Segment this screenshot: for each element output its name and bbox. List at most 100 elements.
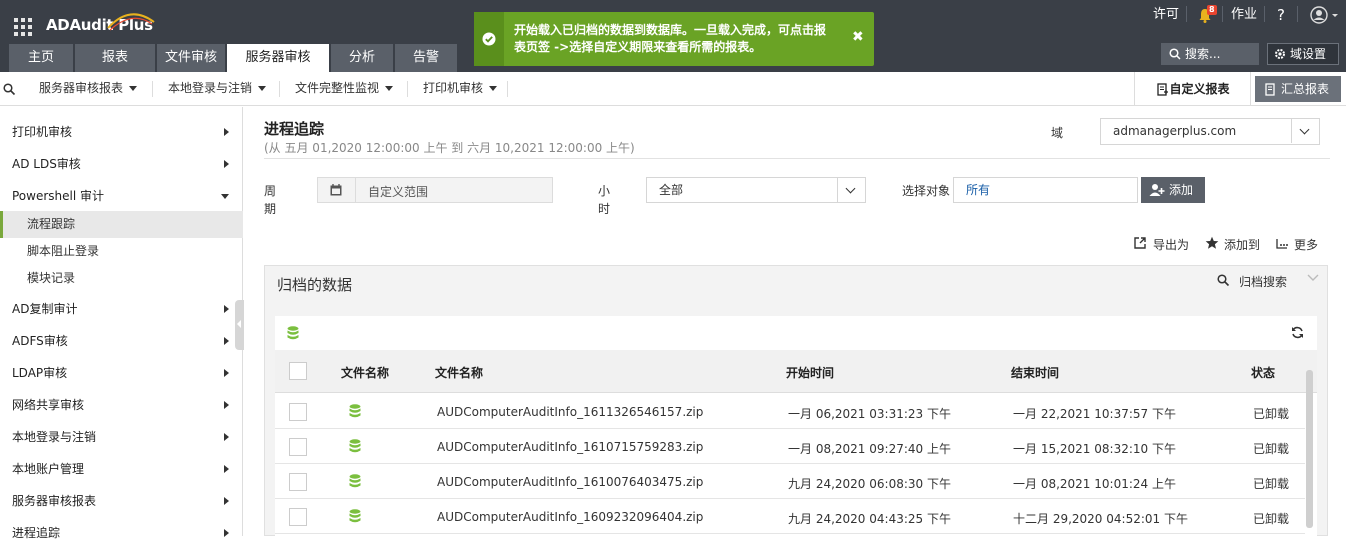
subnav-server-audit-reports[interactable]: 服务器审核报表 bbox=[39, 72, 138, 106]
period-picker[interactable]: 自定义范围 bbox=[317, 177, 553, 203]
sidebar-item-powershell[interactable]: Powershell 审计 bbox=[0, 180, 243, 212]
archived-data-panel: 归档的数据 归档搜索 文件名称 文件名称 开始时间 结束时间 状态 AUDCom… bbox=[264, 265, 1328, 537]
sidebar-item-local-logon[interactable]: 本地登录与注销 bbox=[0, 421, 243, 453]
user-avatar-icon[interactable] bbox=[1310, 6, 1340, 24]
app-grid-icon[interactable] bbox=[14, 18, 32, 36]
file-name-cell: AUDComputerAuditInfo_1610715759283.zip bbox=[437, 440, 704, 454]
star-icon bbox=[1205, 236, 1219, 249]
table-scrollbar[interactable] bbox=[1306, 370, 1313, 528]
add-user-icon bbox=[1149, 184, 1165, 196]
sidebar-item-ad-replication[interactable]: AD复制审计 bbox=[0, 293, 243, 325]
sidebar-sub-module-logging[interactable]: 模块记录 bbox=[0, 265, 243, 292]
domain-settings-label: 域设置 bbox=[1290, 47, 1327, 61]
column-start-time[interactable]: 开始时间 bbox=[786, 364, 834, 381]
add-target-button[interactable]: 添加 bbox=[1141, 177, 1205, 203]
hour-select[interactable]: 全部 bbox=[646, 177, 866, 203]
sidebar-sub-script-block[interactable]: 脚本阻止登录 bbox=[0, 238, 243, 265]
target-label: 选择对象 bbox=[902, 184, 951, 198]
summary-report-button[interactable]: 汇总报表 bbox=[1255, 76, 1341, 102]
archived-data-title: 归档的数据 bbox=[277, 276, 353, 294]
file-name-cell: AUDComputerAuditInfo_1609232096404.zip bbox=[437, 510, 704, 524]
sidebar-item-ldap[interactable]: LDAP审核 bbox=[0, 357, 243, 389]
sidebar-item-printer-audit[interactable]: 打印机审核 bbox=[0, 116, 243, 148]
search-reports-icon[interactable] bbox=[3, 83, 17, 96]
add-to-button[interactable]: 添加到 bbox=[1205, 236, 1260, 253]
custom-report-button[interactable]: 自定义报表 bbox=[1134, 72, 1251, 106]
chevron-down-icon bbox=[1291, 119, 1319, 143]
sidebar-item-local-account[interactable]: 本地账户管理 bbox=[0, 453, 243, 485]
check-circle-icon bbox=[482, 32, 496, 46]
start-time-cell: 九月 24,2020 04:43:25 下午 bbox=[788, 512, 951, 526]
row-checkbox[interactable] bbox=[289, 403, 307, 421]
start-time-cell: 一月 06,2021 03:31:23 下午 bbox=[788, 407, 951, 421]
search-icon bbox=[1217, 274, 1230, 287]
tab-file-audit[interactable]: 文件审核 bbox=[157, 44, 225, 72]
tab-analytics[interactable]: 分析 bbox=[331, 44, 393, 72]
sidebar-item-adfs[interactable]: ADFS审核 bbox=[0, 325, 243, 357]
search-button[interactable]: 搜索... bbox=[1161, 43, 1259, 65]
chevron-down-icon bbox=[221, 194, 229, 199]
more-button[interactable]: 更多 bbox=[1276, 236, 1318, 253]
file-name-cell: AUDComputerAuditInfo_1611326546157.zip bbox=[437, 405, 704, 419]
archive-loading-toast: 开始载入已归档的数据到数据库。一旦载入完成，可点击报表页签 ->选择自定义期限来… bbox=[474, 12, 874, 66]
sidebar-item-process-tracking[interactable]: 进程追踪 bbox=[0, 517, 243, 549]
export-icon bbox=[1134, 237, 1146, 249]
select-all-checkbox[interactable] bbox=[289, 362, 307, 380]
status-cell: 已卸载 bbox=[1253, 477, 1290, 491]
collapse-chevron-icon[interactable] bbox=[1307, 274, 1319, 282]
export-button[interactable]: 导出为 bbox=[1134, 236, 1189, 253]
column-file-name-icon[interactable]: 文件名称 bbox=[341, 364, 389, 381]
start-time-cell: 一月 08,2021 09:27:40 上午 bbox=[788, 442, 951, 456]
sidebar-item-network-share[interactable]: 网络共享审核 bbox=[0, 389, 243, 421]
table-row[interactable]: AUDComputerAuditInfo_1609232096404.zip 九… bbox=[275, 499, 1305, 534]
sidebar-sub-process-tracking[interactable]: 流程跟踪 bbox=[0, 211, 243, 238]
summary-report-icon bbox=[1265, 83, 1275, 96]
jobs-link[interactable]: 作业 bbox=[1231, 6, 1257, 26]
status-cell: 已卸载 bbox=[1253, 407, 1290, 421]
column-status[interactable]: 状态 bbox=[1251, 364, 1275, 381]
status-cell: 已卸载 bbox=[1253, 442, 1290, 456]
row-checkbox[interactable] bbox=[289, 508, 307, 526]
period-label: 周 bbox=[264, 184, 277, 198]
archive-search-button[interactable]: 归档搜索 bbox=[1217, 273, 1287, 290]
column-file-name[interactable]: 文件名称 bbox=[435, 364, 483, 381]
domain-settings-button[interactable]: 域设置 bbox=[1267, 43, 1339, 65]
table-header: 文件名称 文件名称 开始时间 结束时间 状态 bbox=[275, 350, 1317, 393]
domain-select[interactable]: admanagerplus.com bbox=[1100, 118, 1320, 145]
close-icon[interactable]: ✖ bbox=[852, 29, 864, 45]
sidebar-item-server-audit-reports[interactable]: 服务器审核报表 bbox=[0, 485, 243, 517]
help-icon[interactable]: ? bbox=[1277, 6, 1285, 26]
chevron-down-icon bbox=[385, 86, 394, 91]
more-icon bbox=[1276, 239, 1288, 249]
subnav-local-logon[interactable]: 本地登录与注销 bbox=[168, 72, 267, 106]
tab-reports[interactable]: 报表 bbox=[75, 44, 155, 72]
subnav-printer-audit[interactable]: 打印机审核 bbox=[423, 72, 498, 106]
calendar-icon bbox=[330, 184, 342, 196]
row-checkbox[interactable] bbox=[289, 473, 307, 491]
row-checkbox[interactable] bbox=[289, 438, 307, 456]
refresh-icon[interactable] bbox=[1291, 326, 1304, 339]
column-end-time[interactable]: 结束时间 bbox=[1011, 364, 1059, 381]
end-time-cell: 一月 22,2021 10:37:57 下午 bbox=[1013, 407, 1176, 421]
period-label-2: 期 bbox=[264, 202, 277, 216]
chevron-right-icon bbox=[224, 497, 229, 505]
chevron-right-icon bbox=[224, 433, 229, 441]
sidebar-item-ad-lds[interactable]: AD LDS审核 bbox=[0, 148, 243, 180]
target-input[interactable]: 所有 bbox=[953, 177, 1138, 203]
license-link[interactable]: 许可 bbox=[1153, 6, 1179, 26]
search-icon bbox=[1169, 48, 1181, 60]
subnav-file-integrity[interactable]: 文件完整性监视 bbox=[295, 72, 394, 106]
end-time-cell: 一月 08,2021 10:01:24 上午 bbox=[1013, 477, 1176, 491]
end-time-cell: 十二月 29,2020 04:52:01 下午 bbox=[1013, 512, 1188, 526]
tab-alerts[interactable]: 告警 bbox=[395, 44, 457, 72]
table-row[interactable]: AUDComputerAuditInfo_1610715759283.zip 一… bbox=[275, 429, 1305, 464]
logo-swoosh-icon bbox=[107, 13, 155, 31]
table-row[interactable]: AUDComputerAuditInfo_1610076403475.zip 九… bbox=[275, 464, 1305, 499]
chevron-right-icon bbox=[224, 401, 229, 409]
table-row[interactable]: AUDComputerAuditInfo_1611326546157.zip 一… bbox=[275, 394, 1305, 429]
tab-home[interactable]: 主页 bbox=[9, 44, 73, 72]
tab-server-audit[interactable]: 服务器审核 bbox=[227, 44, 329, 72]
sidebar-collapse-handle[interactable] bbox=[235, 300, 244, 350]
database-icon bbox=[287, 326, 299, 340]
report-icon bbox=[1157, 83, 1168, 96]
